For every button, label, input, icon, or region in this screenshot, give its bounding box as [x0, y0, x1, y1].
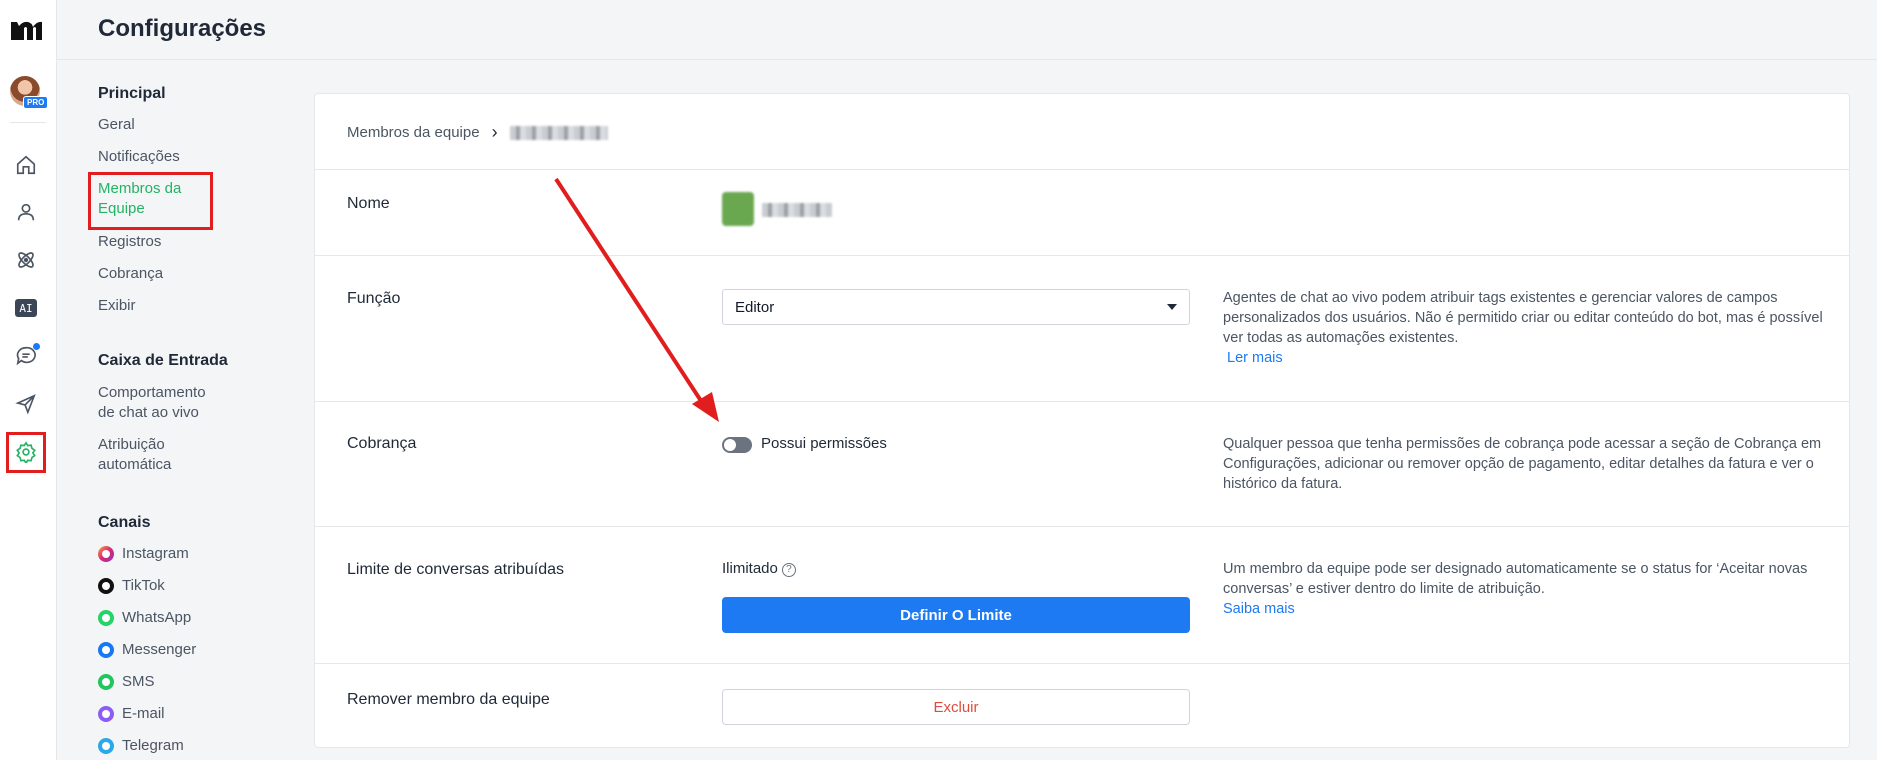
- row-limite: Limite de conversas atribuídas Ilimitado…: [315, 526, 1849, 663]
- email-icon: [98, 706, 114, 722]
- role-description-text: Agentes de chat ao vivo podem atribuir t…: [1223, 290, 1823, 346]
- settings-nav: Principal Geral Notificações Membros da …: [57, 60, 307, 760]
- membros-highlight-frame: [88, 172, 213, 230]
- page-title: Configurações: [98, 15, 267, 42]
- nav-item-exibir[interactable]: Exibir: [98, 296, 136, 316]
- limit-description-text: Um membro da equipe pode ser designado a…: [1223, 561, 1808, 597]
- row-label: Cobrança: [347, 435, 417, 452]
- nav-section-principal: Principal: [98, 85, 166, 102]
- nav-item-instagram[interactable]: Instagram: [98, 544, 189, 564]
- member-detail-panel: Membros da equipe › Nome Função Editor A…: [314, 93, 1850, 748]
- nav-item-messenger[interactable]: Messenger: [98, 640, 196, 660]
- settings-highlight-frame: [6, 432, 46, 473]
- instagram-icon: [98, 546, 114, 562]
- nav-item-tiktok[interactable]: TikTok: [98, 576, 165, 596]
- row-label: Limite de conversas atribuídas: [347, 561, 564, 578]
- nav-section-canais: Canais: [98, 514, 151, 531]
- nav-item-atribuicao-line1: Atribuição: [98, 436, 165, 453]
- telegram-icon: [98, 738, 114, 754]
- messenger-icon: [98, 642, 114, 658]
- toggle-knob: [724, 439, 736, 451]
- nav-section-caixa: Caixa de Entrada: [98, 352, 228, 369]
- breadcrumb-root-link[interactable]: Membros da equipe: [347, 124, 480, 141]
- nav-item-comportamento-line1: Comportamento: [98, 384, 206, 401]
- nav-item-telegram[interactable]: Telegram: [98, 736, 184, 756]
- delete-member-button[interactable]: Excluir: [722, 689, 1190, 725]
- nav-item-whatsapp[interactable]: WhatsApp: [98, 608, 191, 628]
- redacted-name: [762, 203, 832, 217]
- nav-item-cobranca[interactable]: Cobrança: [98, 264, 163, 284]
- app-logo[interactable]: [9, 14, 43, 44]
- whatsapp-icon: [98, 610, 114, 626]
- pro-badge: PRO: [23, 96, 49, 109]
- nav-item-geral[interactable]: Geral: [98, 115, 135, 135]
- nav-item-label: E-mail: [122, 705, 165, 722]
- tiktok-icon: [98, 578, 114, 594]
- limit-description: Um membro da equipe pode ser designado a…: [1223, 559, 1823, 619]
- redacted-member-name: [509, 125, 608, 140]
- page-header: Configurações: [57, 0, 1877, 60]
- nav-item-atribuicao[interactable]: Atribuição automática: [98, 435, 171, 475]
- role-select[interactable]: Editor: [722, 289, 1190, 325]
- row-funcao: Função Editor Agentes de chat ao vivo po…: [315, 255, 1849, 401]
- row-label: Nome: [347, 195, 390, 212]
- row-label: Remover membro da equipe: [347, 691, 550, 708]
- billing-description: Qualquer pessoa que tenha permissões de …: [1223, 436, 1822, 492]
- nav-item-comportamento-line2: de chat ao vivo: [98, 404, 199, 421]
- chat-icon[interactable]: [13, 343, 40, 369]
- limit-value-text: Ilimitado: [722, 560, 778, 577]
- billing-permission-toggle[interactable]: [722, 437, 752, 453]
- sms-icon: [98, 674, 114, 690]
- nav-item-label: Instagram: [122, 545, 189, 562]
- set-limit-button[interactable]: Definir O Limite: [722, 597, 1190, 633]
- home-icon[interactable]: [13, 152, 39, 178]
- send-icon[interactable]: [13, 391, 39, 417]
- nav-item-label: TikTok: [122, 577, 165, 594]
- nav-item-label: Telegram: [122, 737, 184, 754]
- rail-divider: [10, 122, 46, 123]
- role-select-value: Editor: [735, 298, 775, 316]
- nav-item-comportamento[interactable]: Comportamento de chat ao vivo: [98, 383, 206, 423]
- row-remover: Remover membro da equipe Excluir: [315, 663, 1849, 748]
- billing-toggle-label: Possui permissões: [761, 435, 887, 452]
- redacted-avatar: [722, 192, 754, 226]
- row-label: Função: [347, 290, 401, 307]
- role-read-more-link[interactable]: Ler mais: [1227, 350, 1283, 366]
- ai-icon[interactable]: AI: [13, 295, 39, 321]
- icon-rail: PRO AI: [0, 0, 57, 760]
- limit-value: Ilimitado?: [722, 560, 796, 577]
- row-nome: Nome: [315, 169, 1849, 255]
- nav-item-label: SMS: [122, 673, 155, 690]
- nav-item-sms[interactable]: SMS: [98, 672, 155, 692]
- breadcrumb: Membros da equipe ›: [347, 122, 608, 143]
- nav-item-label: WhatsApp: [122, 609, 192, 626]
- chevron-right-icon: ›: [491, 122, 498, 142]
- nav-item-email[interactable]: E-mail: [98, 704, 165, 724]
- help-icon[interactable]: ?: [781, 562, 796, 577]
- nav-item-label: Messenger: [122, 641, 197, 658]
- nav-item-notificacoes[interactable]: Notificações: [98, 147, 180, 167]
- limit-learn-more-link[interactable]: Saiba mais: [1223, 601, 1295, 617]
- nav-item-atribuicao-line2: automática: [98, 456, 172, 473]
- contacts-icon[interactable]: [13, 199, 39, 225]
- role-description: Agentes de chat ao vivo podem atribuir t…: [1223, 288, 1823, 368]
- caret-down-icon: [1167, 304, 1177, 310]
- nav-item-registros[interactable]: Registros: [98, 232, 161, 252]
- automation-icon[interactable]: [13, 247, 39, 273]
- row-cobranca: Cobrança Possui permissões Qualquer pess…: [315, 401, 1849, 526]
- notification-dot: [33, 343, 40, 350]
